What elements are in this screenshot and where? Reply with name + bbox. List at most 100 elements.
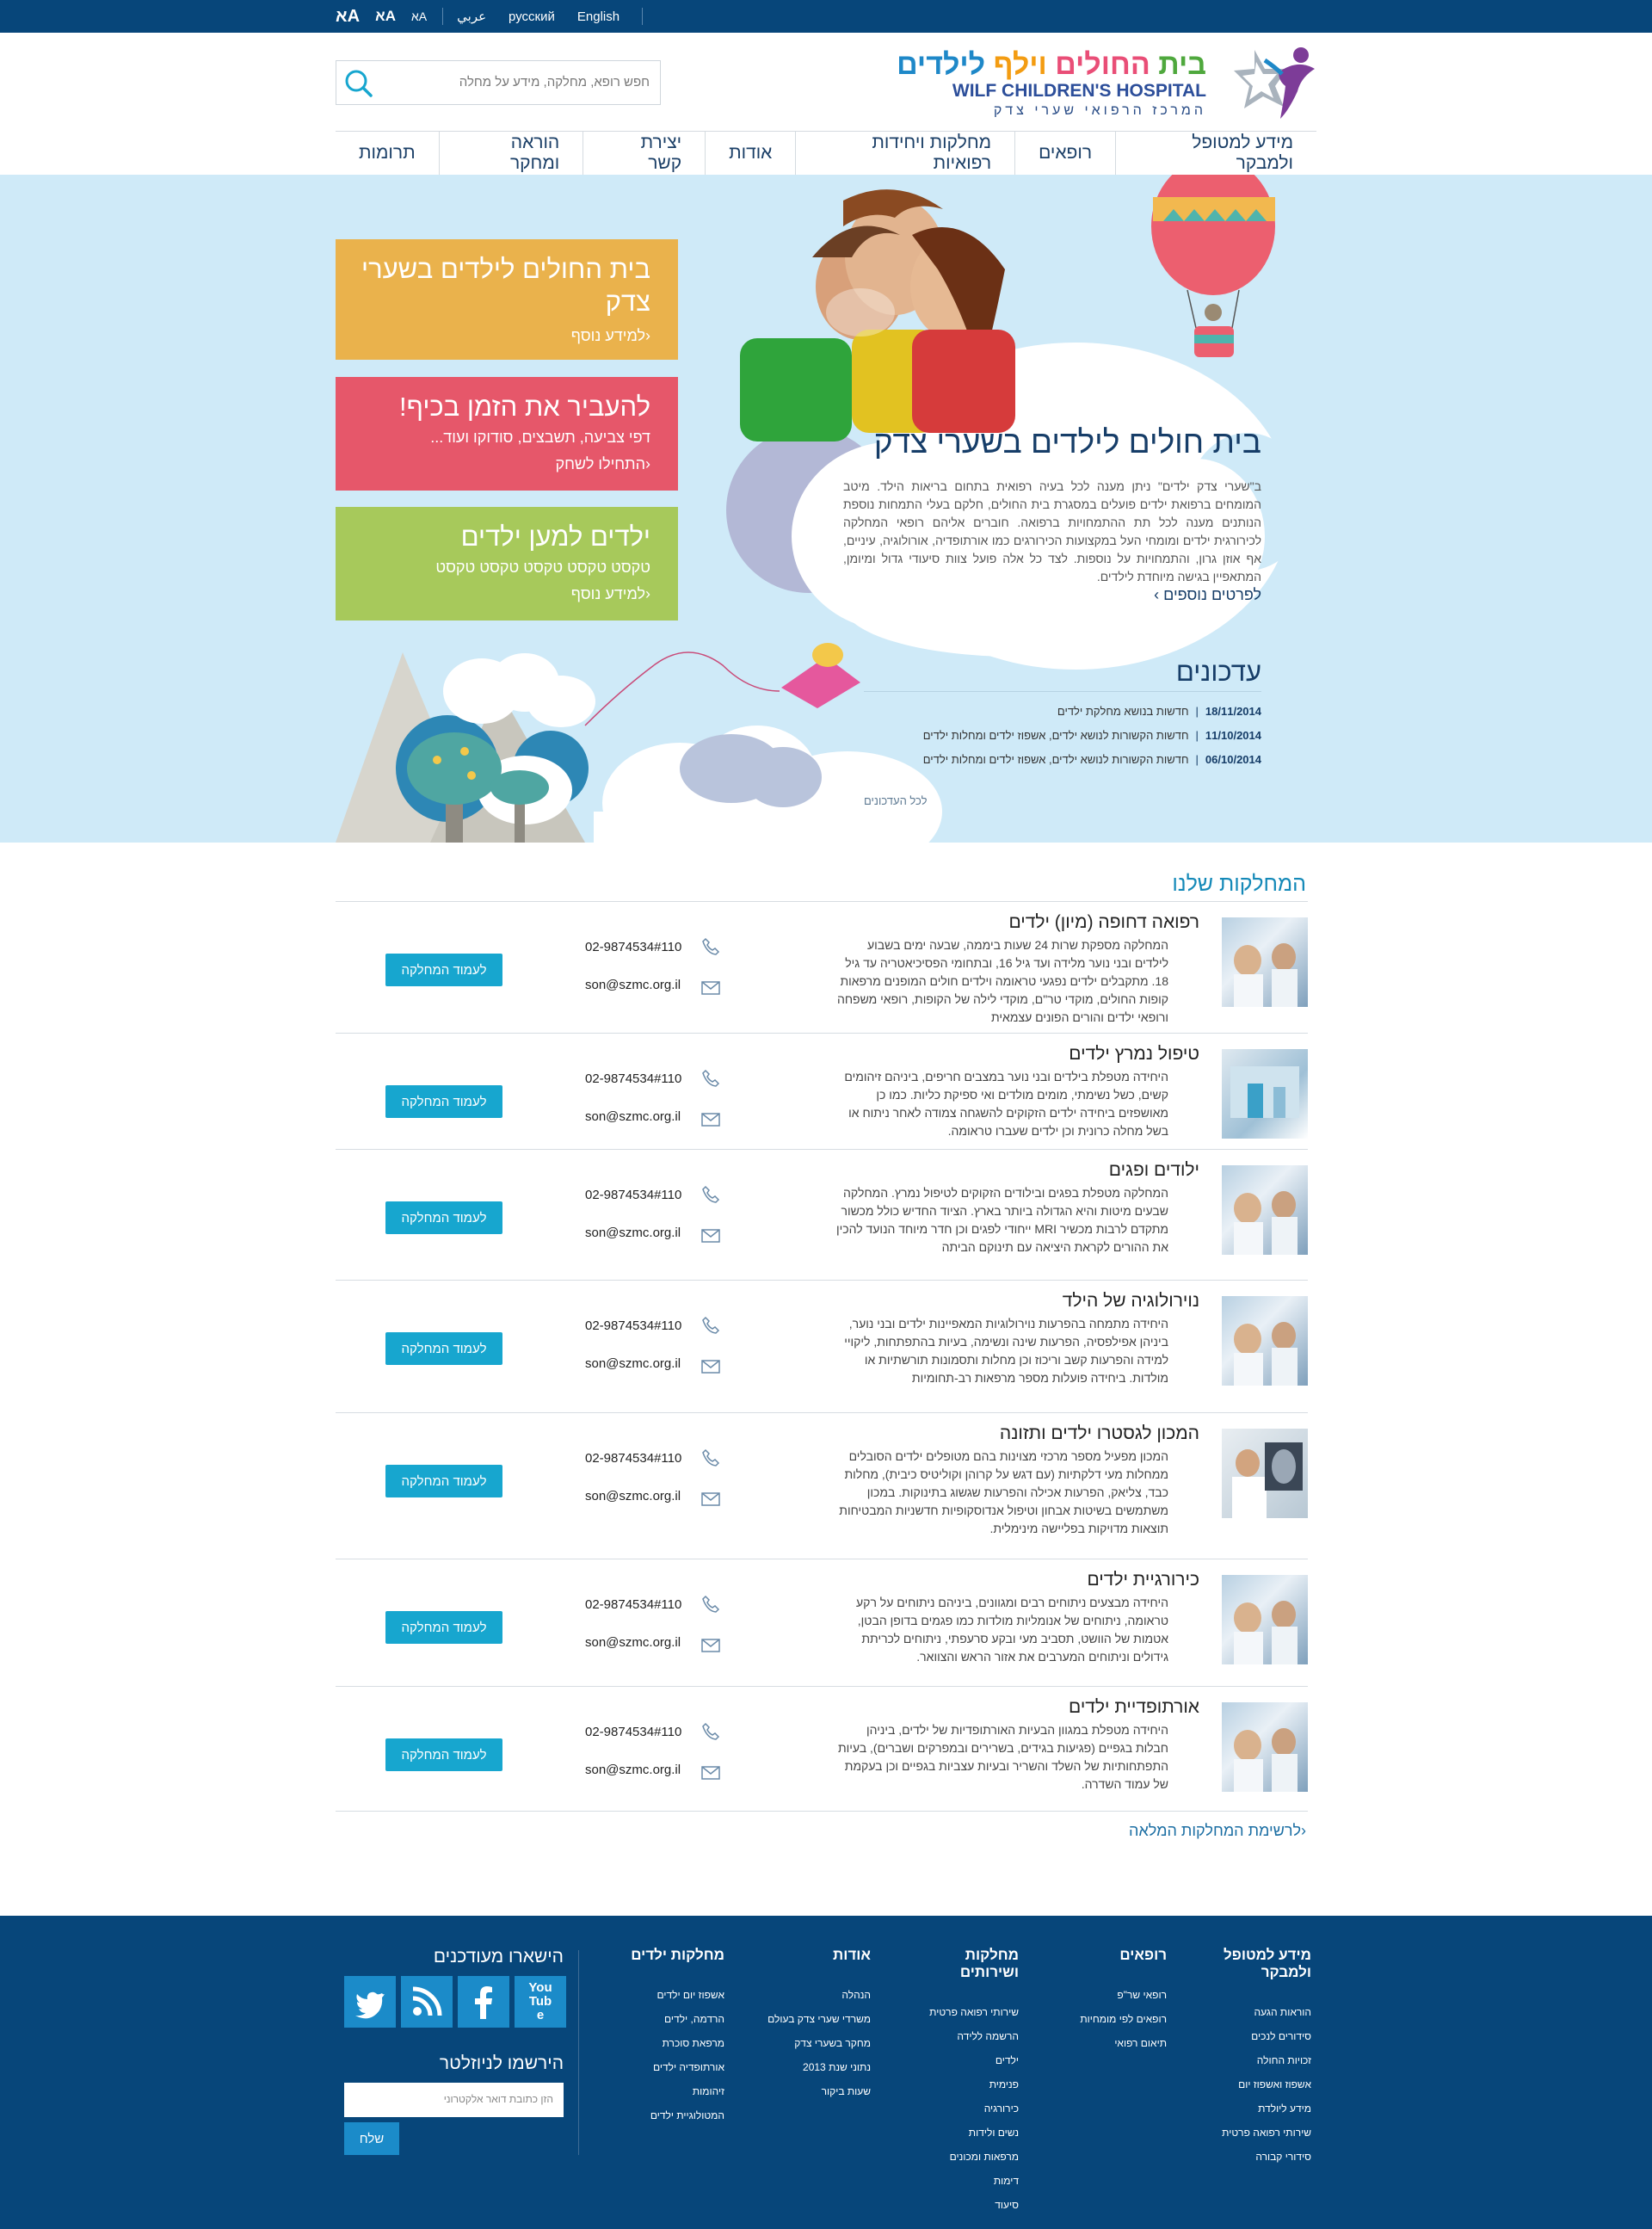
footer-link[interactable]: שירותי רפואה פרטית — [912, 2000, 1019, 2024]
footer-link[interactable]: פנימית — [912, 2072, 1019, 2096]
kids-photo — [740, 189, 1015, 441]
nav-doctors[interactable]: רופאים — [1014, 132, 1115, 175]
footer-link[interactable]: מחקר בשערי צדק — [757, 2031, 871, 2055]
footer-link[interactable]: תיאום רפואי — [1055, 2031, 1167, 2055]
footer-link[interactable]: המטולוגיית ילדים — [620, 2103, 724, 2127]
footer-link[interactable]: רופאים לפי מומחיות — [1055, 2007, 1167, 2031]
department-email[interactable]: son@szmc.org.il — [585, 1356, 714, 1371]
footer-link[interactable]: זכויות החולה — [1179, 2048, 1311, 2072]
update-text[interactable]: חדשות הקשורות לנושא ילדים, אשפוז ילדים ו… — [923, 753, 1189, 766]
department-name[interactable]: כירורגיית ילדים — [718, 1570, 1199, 1590]
footer-link[interactable]: סידורי קבורה — [1179, 2145, 1311, 2169]
twitter-icon[interactable] — [344, 1976, 396, 2028]
lang-english-link[interactable]: English — [577, 9, 620, 24]
update-item[interactable]: 06/10/2014|חדשות הקשורות לנושא ילדים, אש… — [864, 753, 1261, 766]
department-email[interactable]: son@szmc.org.il — [585, 978, 714, 992]
promo-box-games[interactable]: להעביר את הזמן בכיף! דפי צביעה, תשבצים, … — [336, 377, 678, 491]
search-icon[interactable] — [343, 68, 374, 99]
footer-link[interactable]: אשפוז ואשפוז יום — [1179, 2072, 1311, 2096]
lang-russian-link[interactable]: русский — [509, 9, 555, 24]
mail-icon — [701, 1113, 720, 1127]
footer-link[interactable]: מרפאות ומכונים — [912, 2145, 1019, 2169]
footer-link[interactable]: הנהלה — [757, 1983, 871, 2007]
department-page-button[interactable]: לעמוד המחלקה — [385, 954, 502, 986]
department-name[interactable]: המכון לגסטרו ילדים ותזונה — [718, 1423, 1199, 1444]
department-phone: 02-9874534#110 — [585, 1451, 682, 1466]
department-page-button[interactable]: לעמוד המחלקה — [385, 1332, 502, 1365]
nav-teaching-research[interactable]: הוראה ומחקר — [438, 132, 583, 175]
newsletter-email-field[interactable]: הזן כתובת דואר אלקטרוני — [344, 2083, 564, 2117]
promo-box-link[interactable]: למידע נוסף — [353, 585, 650, 603]
nav-contact[interactable]: יצירת קשר — [583, 132, 705, 175]
department-page-button[interactable]: לעמוד המחלקה — [385, 1465, 502, 1497]
mail-icon — [701, 981, 720, 995]
lang-arabic-link[interactable]: عربي — [457, 9, 486, 24]
footer-link[interactable]: ילדים — [912, 2048, 1019, 2072]
footer-link[interactable]: סידורים לנכים — [1179, 2024, 1311, 2048]
search-box[interactable]: חפש רופא, מחלקה, מידע על מחלה — [336, 60, 661, 105]
department-name[interactable]: נוירולוגיה של הילד — [718, 1291, 1199, 1312]
hero-more-link[interactable]: לפרטים נוספים — [1032, 586, 1261, 604]
department-email[interactable]: son@szmc.org.il — [585, 1109, 714, 1124]
footer-link[interactable]: נתוני שנת 2013 — [757, 2055, 871, 2079]
footer-link[interactable]: אשפוז יום ילדים — [620, 1983, 724, 2007]
department-email[interactable]: son@szmc.org.il — [585, 1226, 714, 1240]
department-name[interactable]: ילודים ופגים — [718, 1160, 1199, 1181]
font-size-large-button[interactable]: אA — [336, 7, 360, 27]
phone-icon — [702, 1316, 720, 1334]
department-email[interactable]: son@szmc.org.il — [585, 1489, 714, 1503]
footer-link[interactable]: זיהומות — [620, 2079, 724, 2103]
department-email[interactable]: son@szmc.org.il — [585, 1763, 714, 1777]
nav-departments[interactable]: מחלקות ויחידות רפואיות — [795, 132, 1014, 175]
department-name[interactable]: רפואה דחופה (מיון) ילדים — [718, 912, 1199, 933]
department-photo — [1222, 917, 1308, 1007]
hospital-logo[interactable]: בית החולים וילף לילדים WILF CHILDREN'S H… — [897, 43, 1318, 122]
update-text[interactable]: חדשות בנושא מחלקת ילדים — [1057, 705, 1189, 718]
all-updates-link[interactable]: לכל העדכונים — [864, 794, 928, 807]
department-description: היחידה מתמחה בהפרעות נוירולוגיות המאפיינ… — [844, 1317, 1168, 1385]
footer-link[interactable]: הוראות הגעה — [1179, 2000, 1311, 2024]
footer-link[interactable]: סיעוד — [912, 2193, 1019, 2217]
footer-link[interactable]: משרדי שערי צדק בעולם — [757, 2007, 871, 2031]
footer-link[interactable]: דימות — [912, 2169, 1019, 2193]
footer-link[interactable]: שעות ביקור — [757, 2079, 871, 2103]
youtube-icon[interactable]: YouTube — [515, 1976, 566, 2028]
department-page-button[interactable]: לעמוד המחלקה — [385, 1085, 502, 1118]
newsletter-submit-button[interactable]: שלח — [344, 2122, 399, 2155]
nav-about[interactable]: אודות — [705, 132, 795, 175]
department-name[interactable]: אורתופדיית ילדים — [718, 1697, 1199, 1718]
footer-link[interactable]: נשים ולידות — [912, 2121, 1019, 2145]
font-size-small-button[interactable]: אA — [411, 9, 427, 23]
rss-icon[interactable] — [401, 1976, 453, 2028]
facebook-icon[interactable] — [458, 1976, 509, 2028]
footer-link[interactable]: הרשמה ללידה — [912, 2024, 1019, 2048]
footer-link[interactable]: אורתופדיה ילדים — [620, 2055, 724, 2079]
update-text[interactable]: חדשות הקשורות לנושא ילדים, אשפוז ילדים ו… — [923, 729, 1189, 742]
footer-link[interactable]: מרפאת סוכרת — [620, 2031, 724, 2055]
department-name[interactable]: טיפול נמרץ ילדים — [718, 1044, 1199, 1065]
department-page-button[interactable]: לעמוד המחלקה — [385, 1611, 502, 1644]
promo-box-hospital[interactable]: בית החולים לילדים בשערי צדק למידע נוסף — [336, 239, 678, 360]
update-item[interactable]: 11/10/2014|חדשות הקשורות לנושא ילדים, אש… — [864, 729, 1261, 742]
search-input[interactable]: חפש רופא, מחלקה, מידע על מחלה — [459, 75, 650, 90]
nav-donations[interactable]: תרומות — [336, 132, 439, 175]
full-departments-link[interactable]: לרשימת המחלקות המלאה — [1101, 1822, 1306, 1840]
footer-link[interactable]: רופאי שר"פ — [1055, 1983, 1167, 2007]
promo-box-link[interactable]: התחילו לשחק — [353, 455, 650, 473]
logo-title-en: WILF CHILDREN'S HOSPITAL — [952, 81, 1206, 101]
department-page-button[interactable]: לעמוד המחלקה — [385, 1738, 502, 1771]
footer-link[interactable]: מידע ליולדת — [1179, 2096, 1311, 2121]
font-size-medium-button[interactable]: אA — [375, 8, 396, 25]
nav-patient-info[interactable]: מידע למטופל ולמבקר — [1115, 132, 1316, 175]
department-phone: 02-9874534#110 — [585, 1188, 682, 1202]
footer-link[interactable]: שירותי רפואה פרטית — [1179, 2121, 1311, 2145]
department-email[interactable]: son@szmc.org.il — [585, 1635, 714, 1650]
footer-link[interactable]: כירורגיה — [912, 2096, 1019, 2121]
department-photo — [1222, 1296, 1308, 1386]
department-page-button[interactable]: לעמוד המחלקה — [385, 1201, 502, 1234]
footer-link[interactable]: הרדמה, ילדים — [620, 2007, 724, 2031]
department-phone: 02-9874534#110 — [585, 1597, 682, 1612]
promo-box-kids-for-kids[interactable]: ילדים למען ילדים טקסט טקסט טקסט טקסט טקס… — [336, 507, 678, 621]
update-item[interactable]: 18/11/2014|חדשות בנושא מחלקת ילדים — [864, 705, 1261, 718]
promo-box-link[interactable]: למידע נוסף — [353, 327, 650, 345]
